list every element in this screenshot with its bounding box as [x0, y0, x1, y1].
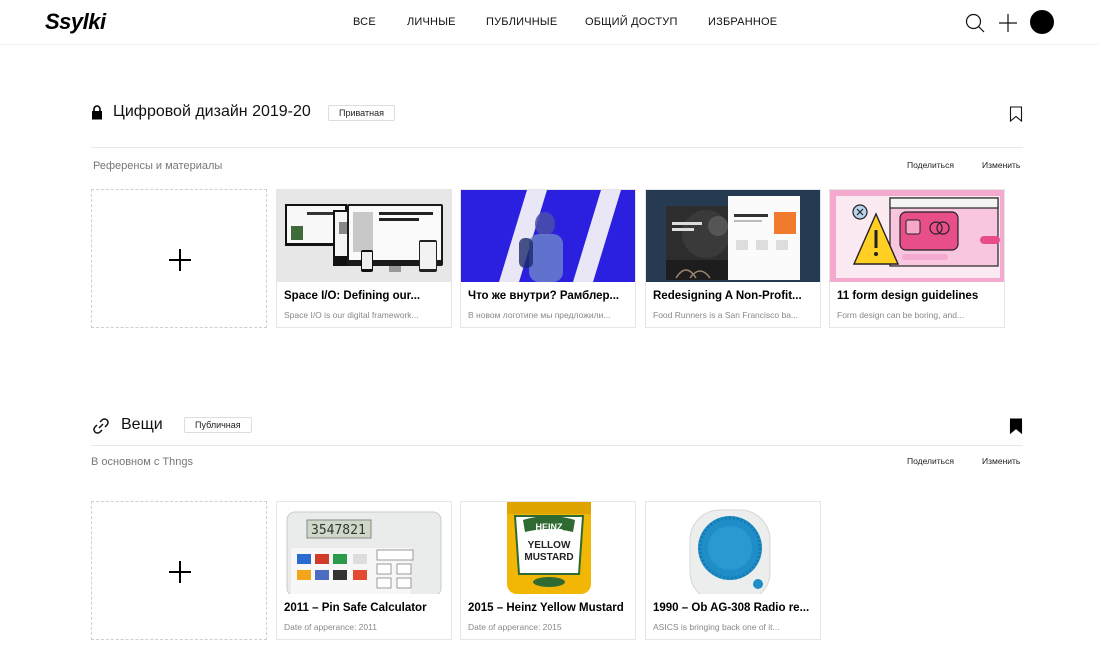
card-description: Form design can be boring, and... [837, 310, 965, 320]
search-icon[interactable] [964, 12, 986, 34]
nav-public[interactable]: ПУБЛИЧНЫЕ [486, 16, 557, 28]
card-description: В новом логотипе мы предложили... [468, 310, 611, 320]
collection-things: Вещи Публичная В основном с Thngs Подели… [91, 416, 1023, 655]
mustard-brand-text: HEINZ [536, 522, 564, 532]
plus-icon[interactable] [997, 12, 1019, 34]
link-card[interactable]: 11 form design guidelines Form design ca… [829, 189, 1005, 328]
card-grid: 3547821 2011 – Pin Safe Calculator Date … [91, 501, 1023, 641]
link-card[interactable]: HEINZ YELLOW MUSTARD 2015 – Heinz Yellow… [460, 501, 636, 640]
link-card[interactable]: Что же внутри? Рамблер... В новом логоти… [460, 189, 636, 328]
card-title: Space I/O: Defining our... [284, 290, 421, 302]
card-thumbnail: 3547821 [277, 502, 451, 594]
collection-description: Референсы и материалы [93, 160, 223, 172]
edit-button[interactable]: Изменить [982, 456, 1020, 466]
card-description: Space I/O is our digital framework... [284, 310, 419, 320]
card-thumbnail [646, 502, 820, 594]
card-title: 2015 – Heinz Yellow Mustard [468, 602, 624, 614]
card-thumbnail [830, 190, 1004, 282]
share-button[interactable]: Поделиться [907, 160, 954, 170]
collection-header: Вещи Публичная [91, 416, 1023, 446]
edit-button[interactable]: Изменить [982, 160, 1020, 170]
bookmark-filled-icon[interactable] [1009, 418, 1023, 434]
main-nav: ВСЕ ЛИЧНЫЕ ПУБЛИЧНЫЕ ОБЩИЙ ДОСТУП ИЗБРАН… [0, 16, 1099, 30]
collection-description: В основном с Thngs [91, 456, 193, 468]
bookmark-icon[interactable] [1009, 106, 1023, 122]
card-thumbnail: HEINZ YELLOW MUSTARD [461, 502, 635, 594]
card-title: Что же внутри? Рамблер... [468, 290, 620, 302]
mustard-line1-text: YELLOW [528, 540, 571, 551]
plus-icon [169, 249, 191, 271]
card-grid: Space I/O: Defining our... Space I/O is … [91, 189, 1023, 329]
plus-icon [169, 561, 191, 583]
link-card[interactable]: 1990 – Ob AG-308 Radio re... ASICS is br… [645, 501, 821, 640]
mustard-line2-text: MUSTARD [524, 552, 573, 563]
calc-display-text: 3547821 [311, 523, 366, 538]
nav-personal[interactable]: ЛИЧНЫЕ [407, 16, 456, 28]
card-title: 2011 – Pin Safe Calculator [284, 602, 427, 614]
link-icon [93, 418, 109, 434]
collection-title[interactable]: Цифровой дизайн 2019-20 [113, 103, 311, 121]
card-description: ASICS is bringing back one of it... [653, 622, 780, 632]
link-card[interactable]: 3547821 2011 – Pin Safe Calculator Date … [276, 501, 452, 640]
privacy-badge: Публичная [184, 417, 252, 433]
card-thumbnail [461, 190, 635, 282]
collection-title[interactable]: Вещи [121, 416, 163, 434]
card-thumbnail [646, 190, 820, 282]
card-description: Date of apperance: 2011 [284, 622, 377, 632]
nav-favorites[interactable]: ИЗБРАННОЕ [708, 16, 777, 28]
card-description: Food Runners is a San Francisco ba... [653, 310, 799, 320]
add-link-card[interactable] [91, 501, 267, 640]
privacy-badge: Приватная [328, 105, 395, 121]
card-title: 11 form design guidelines [837, 290, 979, 302]
collection-digital-design: Цифровой дизайн 2019-20 Приватная Рефере… [91, 103, 1023, 334]
card-thumbnail [277, 190, 451, 282]
card-description: Date of apperance: 2015 [468, 622, 562, 632]
card-title: Redesigning A Non-Profit... [653, 290, 802, 302]
nav-shared[interactable]: ОБЩИЙ ДОСТУП [585, 16, 678, 28]
lock-icon [92, 105, 102, 120]
nav-all[interactable]: ВСЕ [353, 16, 376, 28]
add-link-card[interactable] [91, 189, 267, 328]
link-card[interactable]: Space I/O: Defining our... Space I/O is … [276, 189, 452, 328]
card-title: 1990 – Ob AG-308 Radio re... [653, 602, 810, 614]
top-bar: Ssylki ВСЕ ЛИЧНЫЕ ПУБЛИЧНЫЕ ОБЩИЙ ДОСТУП… [0, 0, 1099, 45]
collection-header: Цифровой дизайн 2019-20 Приватная [91, 103, 1023, 148]
avatar[interactable] [1030, 10, 1054, 34]
share-button[interactable]: Поделиться [907, 456, 954, 466]
link-card[interactable]: Redesigning A Non-Profit... Food Runners… [645, 189, 821, 328]
